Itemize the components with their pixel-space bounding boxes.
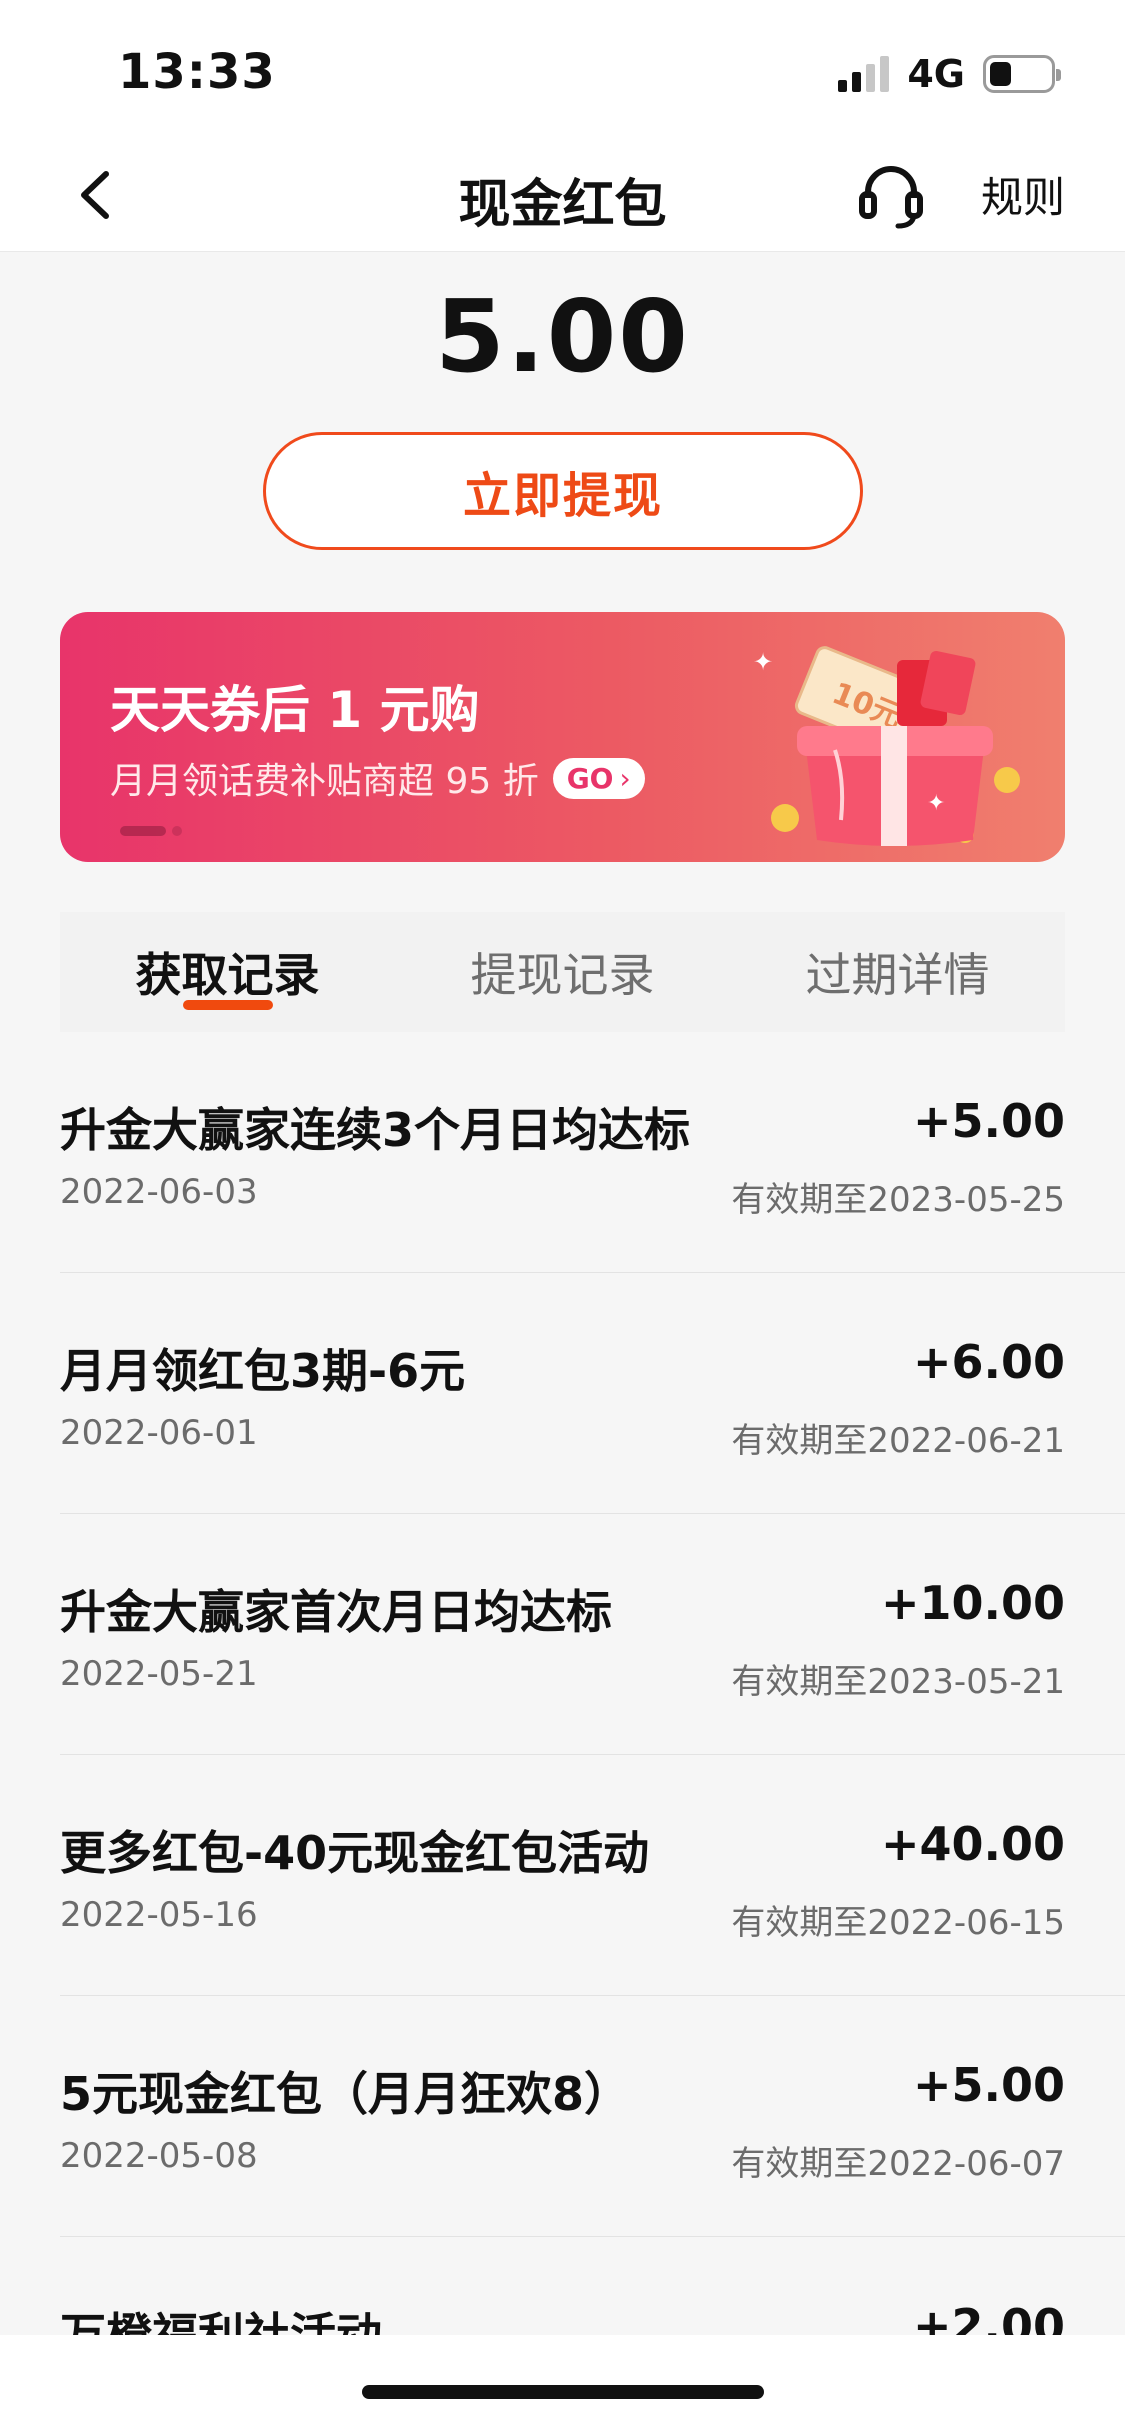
record-amount: +40.00 (880, 1817, 1065, 1871)
record-amount: +6.00 (912, 1335, 1065, 1389)
list-item[interactable]: 5元现金红包（月月狂欢8） +5.00 2022-05-08 有效期至2022-… (60, 1996, 1125, 2237)
banner-pagination (120, 826, 182, 836)
banner-dot (172, 826, 182, 836)
record-date: 2022-05-16 (60, 1895, 258, 1935)
list-item[interactable]: 升金大赢家连续3个月日均达标 +5.00 2022-06-03 有效期至2023… (60, 1032, 1125, 1273)
page-title: 现金红包 (458, 175, 667, 235)
battery-icon (983, 55, 1061, 93)
tab-expired-details[interactable]: 过期详情 (730, 912, 1065, 1032)
signal-icon (838, 56, 890, 92)
gift-box-icon: 10元 ✦ ✦ (753, 646, 1020, 846)
record-date: 2022-06-03 (60, 1172, 258, 1212)
chevron-right-icon: › (619, 761, 631, 795)
record-date: 2022-06-01 (60, 1413, 258, 1453)
banner-subtitle-text: 月月领话费补贴商超 95 折 (110, 761, 539, 802)
record-amount: +10.00 (880, 1576, 1065, 1630)
list-item[interactable]: 月月领红包3期-6元 +6.00 2022-06-01 有效期至2022-06-… (60, 1273, 1125, 1514)
home-indicator[interactable] (362, 2385, 764, 2399)
banner-title: 天天券后 1 元购 (110, 681, 480, 739)
record-title: 更多红包-40元现金红包活动 (60, 1826, 650, 1880)
go-button[interactable]: GO › (552, 757, 645, 799)
record-expiry: 有效期至2023-05-21 (731, 1662, 1065, 1702)
home-indicator-area (0, 2335, 1125, 2435)
record-amount: +5.00 (912, 2058, 1065, 2112)
banner-dot-active (120, 826, 166, 836)
record-expiry: 有效期至2022-06-15 (731, 1903, 1065, 1943)
svg-text:✦: ✦ (753, 648, 773, 676)
record-date: 2022-05-21 (60, 1654, 258, 1694)
promo-banner[interactable]: 天天券后 1 元购 月月领话费补贴商超 95 折 GO › 10元 ✦ ✦ (60, 612, 1065, 862)
list-item[interactable]: 更多红包-40元现金红包活动 +40.00 2022-05-16 有效期至202… (60, 1755, 1125, 1996)
nav-bar: 现金红包 规则 (0, 140, 1125, 252)
tab-withdraw-records[interactable]: 提现记录 (395, 912, 730, 1032)
banner-subtitle: 月月领话费补贴商超 95 折 GO › (110, 752, 645, 804)
go-label: GO (566, 761, 614, 795)
tab-earned-records[interactable]: 获取记录 (60, 912, 395, 1032)
rules-link[interactable]: 规则 (981, 164, 1065, 225)
record-title: 月月领红包3期-6元 (60, 1344, 466, 1398)
record-tabs: 获取记录 提现记录 过期详情 (60, 912, 1065, 1032)
record-title: 升金大赢家首次月日均达标 (60, 1585, 612, 1639)
status-indicators: 4G (838, 52, 1061, 96)
status-bar: 13:33 4G (0, 0, 1125, 140)
record-amount: +5.00 (912, 1094, 1065, 1148)
svg-text:✦: ✦ (927, 791, 945, 816)
headset-icon[interactable] (856, 158, 926, 234)
record-expiry: 有效期至2022-06-07 (731, 2144, 1065, 2184)
network-type: 4G (907, 52, 965, 96)
record-date: 2022-05-08 (60, 2136, 258, 2176)
withdraw-button[interactable]: 立即提现 (263, 432, 863, 550)
status-time: 13:33 (118, 44, 276, 100)
list-item[interactable]: 升金大赢家首次月日均达标 +10.00 2022-05-21 有效期至2023-… (60, 1514, 1125, 1755)
balance-amount: 5.00 (435, 278, 690, 395)
record-title: 升金大赢家连续3个月日均达标 (60, 1103, 691, 1157)
record-list: 升金大赢家连续3个月日均达标 +5.00 2022-06-03 有效期至2023… (0, 1032, 1125, 2435)
record-expiry: 有效期至2022-06-21 (731, 1421, 1065, 1461)
record-expiry: 有效期至2023-05-25 (731, 1180, 1065, 1220)
record-title: 5元现金红包（月月狂欢8） (60, 2067, 631, 2121)
